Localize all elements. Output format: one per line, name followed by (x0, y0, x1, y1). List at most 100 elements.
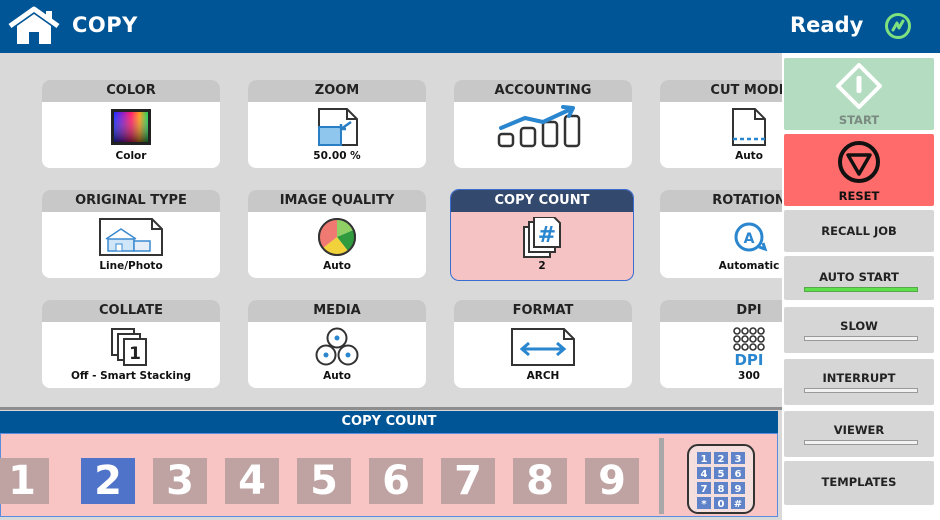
home-icon[interactable] (6, 6, 62, 46)
zoom-icon (318, 108, 358, 146)
hash-icon: # (523, 217, 561, 258)
divider (0, 407, 782, 410)
slow-label: SLOW (840, 319, 878, 333)
reset-button[interactable]: RESET (784, 134, 934, 206)
auto-start-indicator (804, 287, 918, 292)
app-title: COPY (72, 13, 138, 37)
tile-value: 50.00 % (313, 150, 361, 162)
svg-text:#: # (734, 499, 742, 510)
digit-1-button[interactable]: 1 (0, 458, 49, 504)
svg-text:#: # (538, 223, 556, 248)
tile-title: ORIGINAL TYPE (42, 190, 220, 212)
svg-text:1: 1 (129, 344, 141, 364)
digit-7-button[interactable]: 7 (441, 458, 495, 504)
svg-text:7: 7 (701, 484, 708, 495)
svg-text:8: 8 (718, 484, 725, 495)
tile-copy-count[interactable]: COPY COUNT # 2 (450, 189, 634, 281)
panel-separator (659, 438, 664, 514)
tile-title: FORMAT (454, 300, 632, 322)
tile-original-type[interactable]: ORIGINAL TYPE Line/Photo (42, 190, 220, 278)
tile-value: 300 (738, 370, 760, 382)
interrupt-button[interactable]: INTERRUPT (784, 359, 934, 405)
svg-text:*: * (701, 499, 707, 510)
tile-title: COPY COUNT (451, 190, 633, 212)
viewer-indicator (804, 440, 918, 445)
templates-button[interactable]: TEMPLATES (784, 461, 934, 505)
settings-grid: COLOR Color ZOOM 50.00 % ACCOUNTING CUT … (0, 53, 782, 408)
original-type-icon (99, 218, 163, 256)
tile-rotation[interactable]: ROTATION A Automatic (660, 190, 782, 278)
tile-title: ACCOUNTING (454, 80, 632, 102)
tile-accounting[interactable]: ACCOUNTING (454, 80, 632, 168)
svg-text:5: 5 (718, 469, 725, 480)
tile-cut-mode[interactable]: CUT MODE Auto (660, 80, 782, 168)
digit-2-button[interactable]: 2 (81, 458, 135, 504)
media-rolls-icon (315, 327, 359, 366)
tile-title: COLOR (42, 80, 220, 102)
viewer-button[interactable]: VIEWER (784, 411, 934, 457)
svg-text:0: 0 (718, 499, 725, 510)
auto-start-button[interactable]: AUTO START (784, 256, 934, 300)
svg-text:1: 1 (701, 454, 708, 465)
tile-value: Auto (323, 260, 351, 272)
tile-value: Off - Smart Stacking (70, 370, 191, 382)
tile-value: Automatic (718, 260, 780, 272)
format-icon (511, 328, 575, 366)
tile-color[interactable]: COLOR Color (42, 80, 220, 168)
tile-media[interactable]: MEDIA Auto (248, 300, 426, 388)
interrupt-indicator (804, 388, 918, 393)
svg-text:A: A (744, 231, 755, 247)
tile-title: ROTATION (660, 190, 782, 212)
tile-image-quality[interactable]: IMAGE QUALITY Auto (248, 190, 426, 278)
digit-9-button[interactable]: 9 (585, 458, 639, 504)
svg-text:9: 9 (735, 484, 742, 495)
templates-label: TEMPLATES (821, 475, 897, 489)
reset-label: RESET (838, 189, 880, 203)
recall-job-button[interactable]: RECALL JOB (784, 210, 934, 252)
reset-icon (838, 141, 880, 183)
tile-dpi[interactable]: DPI DPI 300 (660, 300, 782, 388)
digit-5-button[interactable]: 5 (297, 458, 351, 504)
interrupt-label: INTERRUPT (822, 371, 896, 385)
svg-text:6: 6 (735, 469, 742, 480)
tile-value: ARCH (526, 370, 560, 382)
top-bar: COPY Ready (0, 0, 940, 53)
slow-indicator (804, 336, 918, 341)
tile-title: IMAGE QUALITY (248, 190, 426, 212)
rotation-icon: A (734, 222, 768, 252)
digit-4-button[interactable]: 4 (225, 458, 279, 504)
tile-collate[interactable]: COLLATE 1 Off - Smart Stacking (42, 300, 220, 388)
recall-job-label: RECALL JOB (821, 224, 897, 238)
digit-6-button[interactable]: 6 (369, 458, 423, 504)
digit-8-button[interactable]: 8 (513, 458, 567, 504)
tile-title: MEDIA (248, 300, 426, 322)
dpi-icon: DPI (733, 327, 765, 367)
keypad-icon[interactable]: 123 456 789 * 0 # (687, 444, 755, 514)
tile-title: COLLATE (42, 300, 220, 322)
viewer-label: VIEWER (833, 423, 885, 437)
tile-title: CUT MODE (660, 80, 782, 102)
start-label: START (838, 113, 880, 127)
tile-value: Line/Photo (99, 260, 163, 272)
tile-title: ZOOM (248, 80, 426, 102)
start-button[interactable]: START (784, 58, 934, 130)
tile-value: 2 (538, 260, 546, 272)
cut-mode-icon (732, 108, 766, 146)
pie-chart-icon (318, 218, 356, 256)
copy-count-panel-title: COPY COUNT (0, 411, 778, 433)
svg-text:2: 2 (718, 454, 725, 465)
color-swatch-icon (111, 109, 151, 145)
copy-count-panel: 1 2 3 4 5 6 7 8 9 123 456 789 * 0 # (0, 433, 778, 517)
svg-text:DPI: DPI (734, 351, 763, 367)
svg-text:3: 3 (735, 454, 742, 465)
tile-value: Auto (323, 370, 351, 382)
slow-button[interactable]: SLOW (784, 307, 934, 353)
action-sidebar: START RESET RECALL JOB AUTO START SLOW I… (782, 53, 940, 520)
tile-title: DPI (660, 300, 782, 322)
svg-text:4: 4 (701, 469, 708, 480)
tile-zoom[interactable]: ZOOM 50.00 % (248, 80, 426, 168)
collate-icon: 1 (111, 328, 147, 366)
tile-format[interactable]: FORMAT ARCH (454, 300, 632, 388)
digit-3-button[interactable]: 3 (153, 458, 207, 504)
status-label: Ready (790, 13, 864, 37)
